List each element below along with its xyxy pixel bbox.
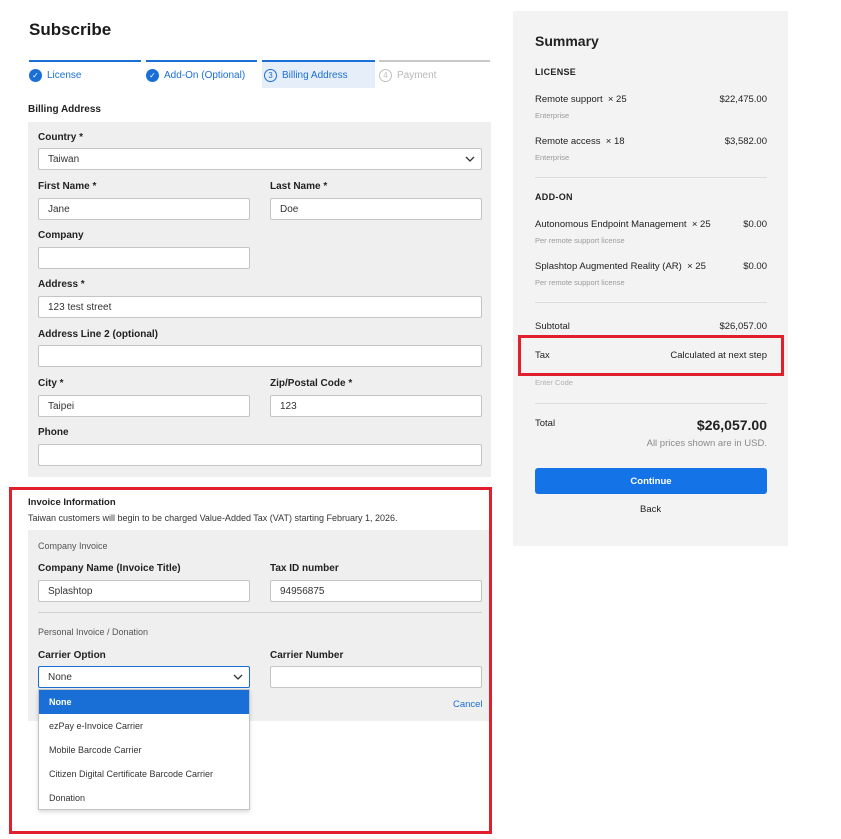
total-value: $26,057.00 (696, 417, 767, 433)
zip-label: Zip/Postal Code * (270, 378, 353, 389)
item-qty: × 25 (691, 219, 711, 230)
chevron-down-icon (465, 156, 475, 162)
summary-divider (535, 177, 767, 178)
license-item-name: Remote access × 18 (535, 136, 625, 147)
item-qty: × 18 (605, 136, 625, 147)
city-label: City * (38, 378, 64, 389)
addon-heading: ADD-ON (535, 192, 573, 202)
carrier-option-select[interactable]: None (38, 666, 250, 688)
continue-button[interactable]: Continue (535, 468, 767, 494)
summary-title: Summary (535, 33, 599, 49)
chevron-down-icon (233, 674, 243, 680)
carrier-number-label: Carrier Number (270, 650, 344, 661)
step-number-icon: 4 (379, 68, 392, 82)
company-invoice-label: Company Invoice (38, 541, 108, 551)
cancel-link[interactable]: Cancel (453, 699, 483, 710)
carrier-option-ezpay[interactable]: ezPay e-Invoice Carrier (39, 714, 249, 738)
last-name-label: Last Name * (270, 181, 328, 192)
item-qty: × 25 (687, 261, 706, 272)
license-item-price: $22,475.00 (719, 94, 767, 105)
license-item-name: Remote support × 25 (535, 94, 627, 105)
carrier-option-citizen-certificate[interactable]: Citizen Digital Certificate Barcode Carr… (39, 762, 249, 786)
summary-divider (535, 403, 767, 404)
step-billing-address[interactable]: 3 Billing Address (262, 60, 375, 88)
license-item-price: $3,582.00 (724, 136, 767, 147)
step-license[interactable]: ✓ License (29, 60, 141, 88)
item-name: Splashtop Augmented Reality (AR) (535, 261, 682, 272)
addon-item-note: Per remote support license (535, 236, 625, 245)
invoice-heading: Invoice Information (28, 497, 116, 508)
billing-heading: Billing Address (28, 104, 101, 115)
tax-label: Tax (535, 350, 550, 361)
company-name-field[interactable]: Splashtop (38, 580, 250, 602)
country-value: Taiwan (48, 153, 80, 165)
carrier-option-donation[interactable]: Donation (39, 786, 249, 810)
address2-field[interactable] (38, 345, 482, 367)
item-name: Remote support (535, 94, 603, 105)
subtotal-value: $26,057.00 (719, 321, 767, 332)
check-icon: ✓ (146, 68, 159, 82)
item-name: Autonomous Endpoint Management (535, 219, 687, 230)
enter-code-link[interactable]: Enter Code (535, 378, 573, 387)
page-title: Subscribe (29, 20, 112, 39)
addon-item-name: Splashtop Augmented Reality (AR) × 25 (535, 261, 706, 272)
carrier-option-mobile-barcode[interactable]: Mobile Barcode Carrier (39, 738, 249, 762)
country-select[interactable]: Taiwan (38, 148, 482, 170)
phone-field[interactable] (38, 444, 482, 466)
carrier-number-field[interactable] (270, 666, 482, 688)
step-label: Payment (397, 69, 437, 81)
company-label: Company (38, 230, 84, 241)
addon-item-name: Autonomous Endpoint Management × 25 (535, 219, 711, 230)
country-label: Country * (38, 132, 83, 143)
license-item-tier: Enterprise (535, 111, 570, 120)
step-label: Billing Address (282, 69, 348, 81)
tax-id-label: Tax ID number (270, 563, 339, 574)
total-label: Total (535, 418, 556, 429)
vat-notice: Taiwan customers will begin to be charge… (28, 513, 398, 523)
carrier-option-value: None (48, 671, 72, 683)
company-name-label: Company Name (Invoice Title) (38, 563, 181, 574)
zip-field[interactable]: 123 (270, 395, 482, 417)
subtotal-label: Subtotal (535, 321, 570, 332)
license-item-tier: Enterprise (535, 153, 570, 162)
carrier-option-label: Carrier Option (38, 650, 106, 661)
last-name-field[interactable]: Doe (270, 198, 482, 220)
address-field[interactable]: 123 test street (38, 296, 482, 318)
license-heading: LICENSE (535, 67, 577, 77)
personal-invoice-label: Personal Invoice / Donation (38, 627, 149, 637)
item-name: Remote access (535, 136, 601, 147)
currency-note: All prices shown are in USD. (646, 438, 767, 449)
carrier-option-none[interactable]: None (39, 690, 249, 714)
addon-item-price: $0.00 (743, 219, 767, 230)
phone-label: Phone (38, 427, 69, 438)
address-label: Address * (38, 279, 85, 290)
city-field[interactable]: Taipei (38, 395, 250, 417)
step-payment: 4 Payment (379, 60, 490, 88)
item-qty: × 25 (607, 94, 627, 105)
address2-label: Address Line 2 (optional) (38, 329, 159, 340)
step-label: Add-On (Optional) (164, 69, 246, 81)
step-number-icon: 3 (264, 68, 277, 82)
first-name-field[interactable]: Jane (38, 198, 250, 220)
summary-divider (535, 302, 767, 303)
addon-item-note: Per remote support license (535, 278, 625, 287)
addon-item-price: $0.00 (743, 261, 767, 272)
tax-value: Calculated at next step (670, 350, 767, 361)
company-field[interactable] (38, 247, 250, 269)
invoice-divider (38, 612, 482, 613)
step-add-on[interactable]: ✓ Add-On (Optional) (146, 60, 257, 88)
check-icon: ✓ (29, 68, 42, 82)
first-name-label: First Name * (38, 181, 97, 192)
step-label: License (47, 69, 82, 81)
tax-id-field[interactable]: 94956875 (270, 580, 482, 602)
carrier-option-dropdown: None ezPay e-Invoice Carrier Mobile Barc… (38, 689, 250, 810)
back-button[interactable]: Back (640, 504, 661, 515)
